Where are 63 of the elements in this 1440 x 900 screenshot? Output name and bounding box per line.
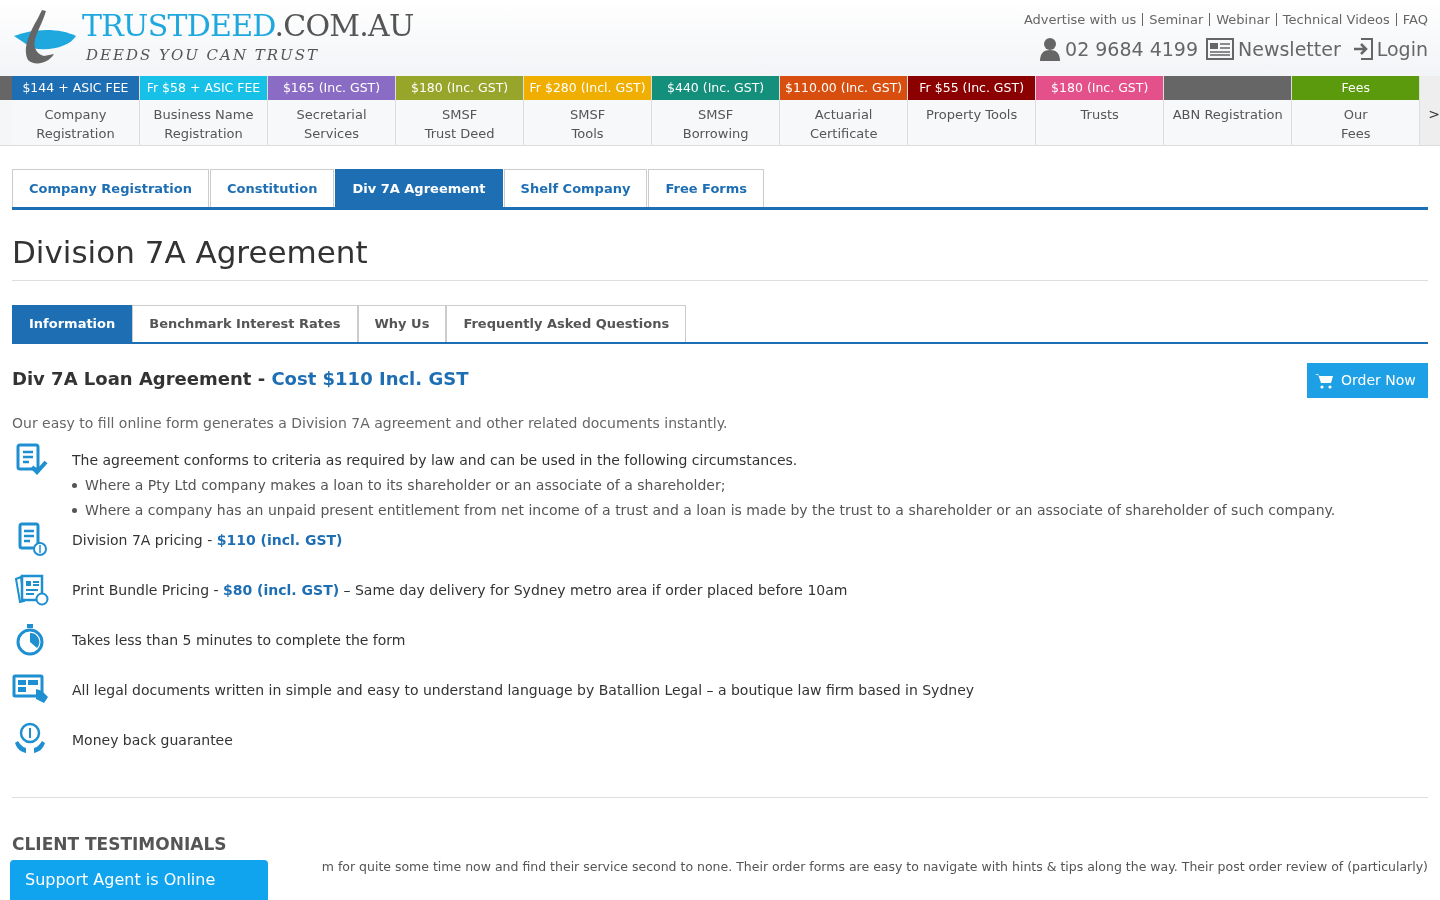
top-link[interactable]: Technical Videos — [1282, 13, 1397, 26]
nav-item[interactable]: $144 + ASIC FEE Company Registration — [11, 76, 140, 145]
price-badge: $440 (Inc. GST) — [652, 76, 780, 100]
price-badge: $144 + ASIC FEE — [11, 76, 139, 100]
nav-item[interactable]: $110.00 (Inc. GST) Actuarial Certificate — [780, 76, 909, 145]
bullet-icon — [72, 483, 77, 488]
feature-text: Takes less than 5 minutes to complete the form — [72, 631, 406, 650]
testimonials-title: CLIENT TESTIMONIALS — [12, 833, 228, 855]
feature-text: Print Bundle Pricing - $80 (incl. GST) – Same day delivery for Sydney metro area if order placed before 10am — [72, 581, 848, 600]
price-badge: Fees — [1292, 76, 1420, 100]
logo-domain: .COM.AU — [274, 8, 414, 43]
login-icon — [1352, 38, 1373, 61]
price-badge: $110.00 (Inc. GST) — [780, 76, 908, 100]
page-title: Division 7A Agreement — [12, 232, 1428, 281]
price-badge: Fr $55 (Inc. GST) — [908, 76, 1036, 100]
testimonial-text: m for quite some time now and find their service second to none. Their order forms are easy to navigate with hints & tips along the way. Their post order review of (particularly) — [321, 858, 1428, 876]
nav-item[interactable]: Fr $55 (Inc. GST) Property Tools — [908, 76, 1037, 145]
nav-item[interactable]: $165 (Inc. GST) Secretarial Services — [268, 76, 397, 145]
nav-item[interactable]: ABN Registration — [1164, 76, 1293, 145]
bullet-text: Where a Pty Ltd company makes a loan to its shareholder or an associate of a shareholder; — [85, 476, 726, 495]
top-link[interactable]: FAQ — [1402, 13, 1428, 26]
nav-edge — [0, 76, 12, 145]
top-link[interactable]: Advertise with us — [1023, 13, 1144, 26]
top-link[interactable]: Seminar — [1149, 13, 1211, 26]
phone-number: 02 9684 4199 — [1065, 37, 1198, 62]
price-badge: Fr $280 (Incl. GST) — [524, 76, 652, 100]
price-badge: Fr $58 + ASIC FEE — [140, 76, 267, 100]
logo-tagline: DEEDS YOU CAN TRUST — [85, 45, 321, 66]
bullet-icon — [72, 508, 77, 513]
subtab[interactable]: Information — [12, 305, 133, 342]
nav-item[interactable]: $180 (Inc. GST) Trusts — [1036, 76, 1165, 145]
price-badge: $180 (Inc. GST) — [1036, 76, 1164, 100]
login-link[interactable]: Login — [1376, 35, 1428, 64]
nav-item[interactable]: Fr $280 (Incl. GST) SMSF Tools — [524, 76, 653, 145]
feature-text: Division 7A pricing - $110 (incl. GST) — [72, 531, 343, 550]
subtab[interactable]: Benchmark Interest Rates — [132, 305, 358, 342]
feature-text: The agreement conforms to criteria as required by law and can be used in the following circumstances. — [72, 451, 799, 470]
nav-item[interactable]: Fees Our Fees — [1292, 76, 1421, 145]
newsletter-link[interactable]: Newsletter — [1238, 35, 1341, 64]
logo-icon — [12, 8, 78, 66]
tab[interactable]: Constitution — [209, 169, 335, 207]
tab[interactable]: Company Registration — [12, 169, 209, 207]
tab[interactable]: Shelf Company — [503, 169, 648, 207]
price-badge: $180 (Inc. GST) — [396, 76, 524, 100]
nav-item[interactable]: Fr $58 + ASIC FEE Business Name Registration — [140, 76, 268, 145]
feature-text: Money back guarantee — [72, 731, 233, 750]
top-link[interactable]: Webinar — [1216, 13, 1277, 26]
newspaper-icon — [1206, 38, 1234, 61]
subtab[interactable]: Frequently Asked Questions — [446, 305, 687, 342]
phone-agent-icon — [1039, 37, 1062, 62]
cart-icon — [1315, 372, 1333, 389]
intro-text: Our easy to fill online form generates a Division 7A agreement and other related documents instantly. — [12, 414, 729, 433]
subtab[interactable]: Why Us — [357, 305, 447, 342]
feature-text: All legal documents written in simple and easy to understand language by Batallion Legal – a boutique law firm based in Sydney — [72, 681, 975, 700]
nav-more-arrow[interactable]: > — [1420, 100, 1440, 125]
logo-wordmark: TRUSTDEED — [82, 8, 275, 43]
tab[interactable]: Div 7A Agreement — [335, 169, 503, 207]
tab[interactable]: Free Forms — [648, 169, 765, 207]
nav-item[interactable]: $440 (Inc. GST) SMSF Borrowing — [652, 76, 781, 145]
bullet-text: Where a company has an unpaid present entitlement from net income of a trust and a loan is made by the trust to a shareholder or an associate of shareholder of such company. — [85, 501, 1336, 520]
price-badge: $165 (Inc. GST) — [268, 76, 396, 100]
section-heading: Div 7A Loan Agreement - Cost $110 Incl. GST — [12, 367, 469, 391]
nav-item[interactable]: $180 (Inc. GST) SMSF Trust Deed — [396, 76, 525, 145]
